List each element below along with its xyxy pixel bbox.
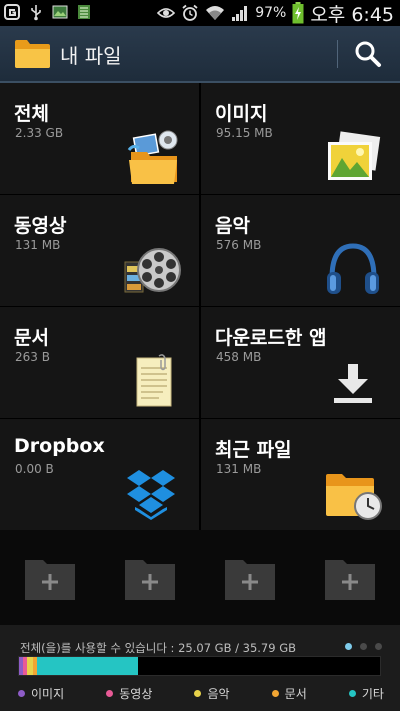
category-recent-files[interactable]: 최근 파일 131 MB xyxy=(201,419,400,530)
images-icon xyxy=(328,131,381,180)
legend-dot xyxy=(18,690,25,697)
legend-dot xyxy=(194,690,202,697)
recent-folder-icon xyxy=(326,474,382,520)
search-icon[interactable] xyxy=(352,39,384,69)
battery-percent: 97% xyxy=(255,5,287,21)
storage-panel: 전체(을)를 사용할 수 있습니다 : 25.07 GB / 35.79 GB … xyxy=(0,625,400,711)
folder-icon[interactable] xyxy=(14,38,51,70)
category-name: 문서 xyxy=(14,327,49,349)
add-folder-icon[interactable] xyxy=(125,558,175,600)
category-name: 이미지 xyxy=(215,103,268,125)
action-bar: 내 파일 xyxy=(0,26,400,83)
legend-item: 문서 xyxy=(271,685,307,702)
category-name: Dropbox xyxy=(14,435,105,457)
category-size: 131 MB xyxy=(216,462,262,476)
storage-legend: 이미지 동영상 음악 문서 기타 xyxy=(18,685,384,702)
page-dot[interactable] xyxy=(345,643,352,650)
all-files-icon xyxy=(127,130,178,184)
category-size: 576 MB xyxy=(216,238,262,252)
legend-item: 기타 xyxy=(348,685,384,702)
legend-dot xyxy=(348,690,356,697)
legend-label: 이미지 xyxy=(31,687,65,701)
legend-dot xyxy=(271,690,279,697)
category-size: 0.00 B xyxy=(15,462,54,476)
wifi-icon xyxy=(206,6,225,20)
storage-segment xyxy=(37,657,139,675)
dropbox-icon xyxy=(127,470,175,520)
page-dot[interactable] xyxy=(375,643,382,650)
legend-label: 문서 xyxy=(284,687,307,701)
category-music[interactable]: 음악 576 MB xyxy=(201,195,400,306)
category-name: 동영상 xyxy=(14,215,67,237)
image-icon xyxy=(52,5,68,19)
download-icon xyxy=(334,364,372,403)
add-folder-row xyxy=(0,530,400,625)
category-size: 458 MB xyxy=(216,350,262,364)
divider xyxy=(337,40,338,68)
storage-usage-bar xyxy=(18,656,381,676)
document-icon xyxy=(136,354,172,407)
category-size: 263 B xyxy=(15,350,50,364)
legend-label: 동영상 xyxy=(119,687,153,701)
category-images[interactable]: 이미지 95.15 MB xyxy=(201,83,400,194)
legend-dot xyxy=(106,690,114,697)
category-all[interactable]: 전체 2.33 GB xyxy=(0,83,199,194)
status-bar: 97% 오후 6:45 xyxy=(0,0,400,26)
add-folder-icon[interactable] xyxy=(25,558,75,600)
eye-icon xyxy=(157,8,176,18)
video-reel-icon xyxy=(124,248,181,293)
add-folder-icon[interactable] xyxy=(225,558,275,600)
g-icon xyxy=(4,4,20,20)
signal-icon xyxy=(232,6,248,21)
storage-label: 전체(을)를 사용할 수 있습니다 : 25.07 GB / 35.79 GB xyxy=(20,641,297,655)
category-grid: 전체 2.33 GB 이미지 95.15 MB 동영상 131 MB 음악 57… xyxy=(0,83,400,530)
page-dot[interactable] xyxy=(360,643,367,650)
category-name: 전체 xyxy=(14,103,49,125)
headphones-icon xyxy=(327,243,379,294)
legend-label: 음악 xyxy=(207,687,230,701)
battery-icon xyxy=(292,2,304,24)
category-name: 음악 xyxy=(215,215,250,237)
category-size: 2.33 GB xyxy=(15,126,64,140)
category-size: 95.15 MB xyxy=(216,126,273,140)
category-documents[interactable]: 문서 263 B xyxy=(0,307,199,418)
category-dropbox[interactable]: Dropbox 0.00 B xyxy=(0,419,199,530)
category-downloaded-apps[interactable]: 다운로드한 앱 458 MB xyxy=(201,307,400,418)
legend-item: 동영상 xyxy=(106,685,152,702)
clock: 오후 6:45 xyxy=(310,3,394,26)
usb-icon xyxy=(31,5,41,21)
page-indicator xyxy=(345,643,382,650)
add-folder-icon[interactable] xyxy=(325,558,375,600)
legend-item: 이미지 xyxy=(18,685,64,702)
alarm-icon xyxy=(182,4,198,21)
page-title: 내 파일 xyxy=(60,44,122,68)
category-name: 다운로드한 앱 xyxy=(215,327,327,349)
category-videos[interactable]: 동영상 131 MB xyxy=(0,195,199,306)
legend-item: 음악 xyxy=(194,685,230,702)
sd-icon xyxy=(78,5,90,19)
category-size: 131 MB xyxy=(15,238,61,252)
category-name: 최근 파일 xyxy=(215,439,292,461)
legend-label: 기타 xyxy=(361,687,384,701)
